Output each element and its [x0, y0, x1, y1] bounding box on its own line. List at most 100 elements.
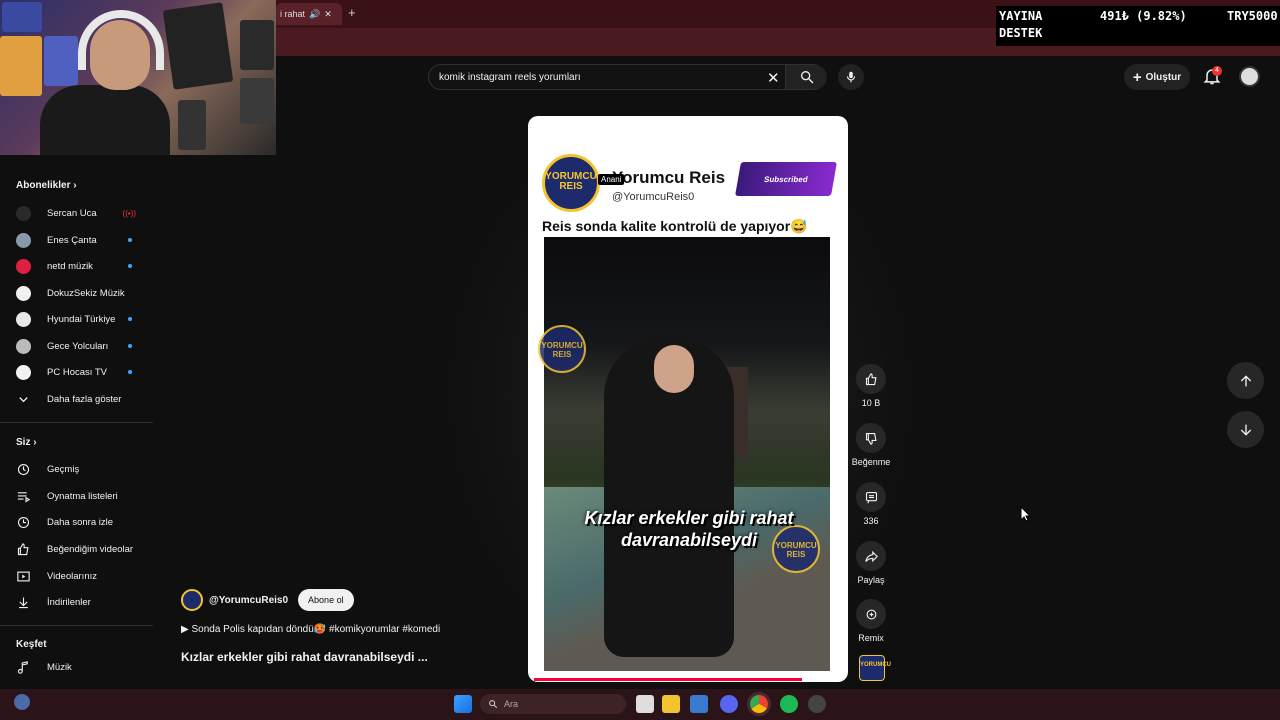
- comment-icon: [865, 491, 877, 503]
- windows-start-icon[interactable]: [454, 695, 472, 713]
- playback-progress-bar[interactable]: [534, 678, 802, 681]
- subscribe-button[interactable]: Abone ol: [298, 589, 354, 611]
- subscribed-badge: Subscribed: [735, 162, 837, 196]
- sidebar-item-gece-yolculari[interactable]: Gece Yolcuları: [16, 336, 146, 356]
- weather-widget-icon[interactable]: [14, 694, 30, 710]
- history-icon: [17, 463, 30, 475]
- sidebar: Abonelikler › Sercan Uca ((•)) Enes Çanta…: [0, 172, 153, 687]
- app-icon[interactable]: [808, 695, 826, 713]
- short-title[interactable]: Kızlar erkekler gibi rahat davranabilsey…: [181, 650, 428, 664]
- subscriptions-section-link[interactable]: Abonelikler ›: [16, 180, 77, 191]
- sidebar-item-liked-videos[interactable]: Beğendiğim videolar: [16, 539, 146, 559]
- you-title: Siz: [16, 437, 31, 448]
- thumbs-down-icon: [865, 432, 877, 445]
- channel-name: Gece Yolcuları: [47, 340, 109, 352]
- clear-search-icon[interactable]: ✕: [767, 69, 780, 87]
- live-icon: ((•)): [122, 208, 136, 218]
- short-caption: Reis sonda kalite kontrolü de yapıyor😅: [542, 218, 808, 234]
- sidebar-item-dokuzsekiz-muzik[interactable]: DokuzSekiz Müzik: [16, 283, 146, 303]
- sidebar-item-enes-canta[interactable]: Enes Çanta: [16, 230, 146, 250]
- watermark-logo: YORUMCU REIS: [538, 325, 586, 373]
- show-more-button[interactable]: Daha fazla göster: [16, 389, 146, 409]
- thumbs-up-icon: [865, 372, 877, 385]
- taskbar-search[interactable]: Ara: [480, 694, 626, 714]
- nav-label: Videolarınız: [47, 570, 97, 582]
- like-count: 10 B: [861, 398, 881, 408]
- channel-name: DokuzSekiz Müzik: [47, 287, 125, 299]
- share-button[interactable]: Paylaş: [851, 541, 891, 585]
- task-view-icon[interactable]: [636, 695, 654, 713]
- search-button[interactable]: [785, 65, 827, 89]
- sidebar-item-hyundai-turkiye[interactable]: Hyundai Türkiye: [16, 309, 146, 329]
- store-icon[interactable]: [690, 695, 708, 713]
- arrow-down-icon: [1240, 424, 1251, 436]
- file-explorer-icon[interactable]: [662, 695, 680, 713]
- speaker-icon[interactable]: 🔊: [309, 9, 320, 20]
- like-icon: [17, 542, 29, 555]
- you-section-link[interactable]: Siz ›: [16, 437, 37, 448]
- create-button[interactable]: + Oluştur: [1124, 64, 1190, 90]
- account-avatar[interactable]: [1239, 66, 1260, 87]
- nav-label: Beğendiğim videolar: [47, 543, 134, 555]
- comments-button[interactable]: 336: [851, 482, 891, 526]
- channel-name: netd müzik: [47, 260, 93, 272]
- video-overlay-text: Kızlar erkekler gibi rahat davranabilsey…: [584, 508, 794, 550]
- channel-avatar: [16, 364, 31, 380]
- chrome-icon[interactable]: [750, 695, 768, 713]
- channel-logo: YORUMCU REIS: [542, 154, 600, 212]
- chevron-right-icon: ›: [33, 437, 37, 448]
- channel-avatar: [16, 258, 31, 274]
- remix-button[interactable]: Remix: [851, 599, 891, 643]
- share-icon: [864, 550, 878, 562]
- channel-avatar: [16, 232, 31, 248]
- nav-label: Geçmiş: [47, 463, 80, 475]
- sidebar-item-pc-hocasi-tv[interactable]: PC Hocası TV: [16, 362, 146, 382]
- voice-search-button[interactable]: [838, 64, 864, 90]
- next-short-button[interactable]: [1227, 411, 1264, 448]
- new-tab-button[interactable]: +: [348, 5, 356, 20]
- show-more-label: Daha fazla göster: [47, 393, 122, 405]
- search-input[interactable]: [439, 65, 759, 89]
- channel-name: PC Hocası TV: [47, 366, 108, 378]
- sidebar-item-music[interactable]: Müzik: [16, 657, 146, 677]
- channel-name: Enes Çanta: [47, 234, 97, 246]
- sidebar-item-history[interactable]: Geçmiş: [16, 459, 146, 479]
- short-video-player[interactable]: YORUMCU REIS Yorumcu Reis Anani @Yorumcu…: [528, 116, 848, 682]
- short-channel-handle: @YorumcuReis0: [612, 191, 695, 203]
- new-content-dot: [128, 317, 132, 321]
- spotify-icon[interactable]: [780, 695, 798, 713]
- subscriptions-title: Abonelikler: [16, 180, 71, 191]
- channel-name: Sercan Uca: [47, 207, 97, 219]
- download-icon: [19, 597, 28, 608]
- channel-handle[interactable]: @YorumcuReis0: [209, 595, 288, 606]
- sidebar-item-downloads[interactable]: İndirilenler: [16, 592, 146, 612]
- short-description[interactable]: ▶ Sonda Polis kapıdan döndü🥵 #komikyorum…: [181, 624, 440, 635]
- sidebar-item-playlists[interactable]: Oynatma listeleri: [16, 486, 146, 506]
- channel-avatar: [16, 311, 31, 327]
- dislike-label: Beğenme: [851, 457, 891, 467]
- sidebar-item-netd-muzik[interactable]: netd müzik: [16, 256, 146, 276]
- donation-amount: 491₺ (9.82%): [1100, 9, 1187, 23]
- sidebar-item-your-videos[interactable]: Videolarınız: [16, 566, 146, 586]
- channel-name: Hyundai Türkiye: [47, 313, 116, 325]
- donation-goal-overlay: YAYINA DESTEK 491₺ (9.82%) TRY5000: [996, 6, 1280, 46]
- like-button[interactable]: 10 B: [851, 364, 891, 408]
- search-icon: [489, 700, 498, 709]
- close-tab-icon[interactable]: ✕: [324, 9, 332, 20]
- mouse-cursor-icon: [1020, 506, 1032, 522]
- short-channel-row: @YorumcuReis0 Abone ol: [181, 588, 354, 612]
- video-frame[interactable]: YORUMCU REIS YORUMCU REIS Kızlar erkekle…: [538, 237, 830, 671]
- discord-icon[interactable]: [720, 695, 738, 713]
- browser-tab[interactable]: i rahat 🔊 ✕: [276, 3, 342, 25]
- arrow-up-icon: [1240, 374, 1251, 386]
- channel-thumbnail[interactable]: YORUMCU: [859, 655, 891, 681]
- sidebar-item-watch-later[interactable]: Daha sonra izle: [16, 512, 146, 532]
- previous-short-button[interactable]: [1227, 362, 1264, 399]
- donation-label-line2: DESTEK: [999, 26, 1043, 40]
- channel-avatar: [16, 338, 31, 354]
- dislike-button[interactable]: Beğenme: [851, 423, 891, 467]
- sidebar-item-sercan-uca[interactable]: Sercan Uca ((•)): [16, 203, 146, 223]
- chevron-right-icon: ›: [73, 180, 77, 191]
- tab-label: i rahat: [280, 9, 306, 19]
- channel-avatar[interactable]: [181, 589, 203, 611]
